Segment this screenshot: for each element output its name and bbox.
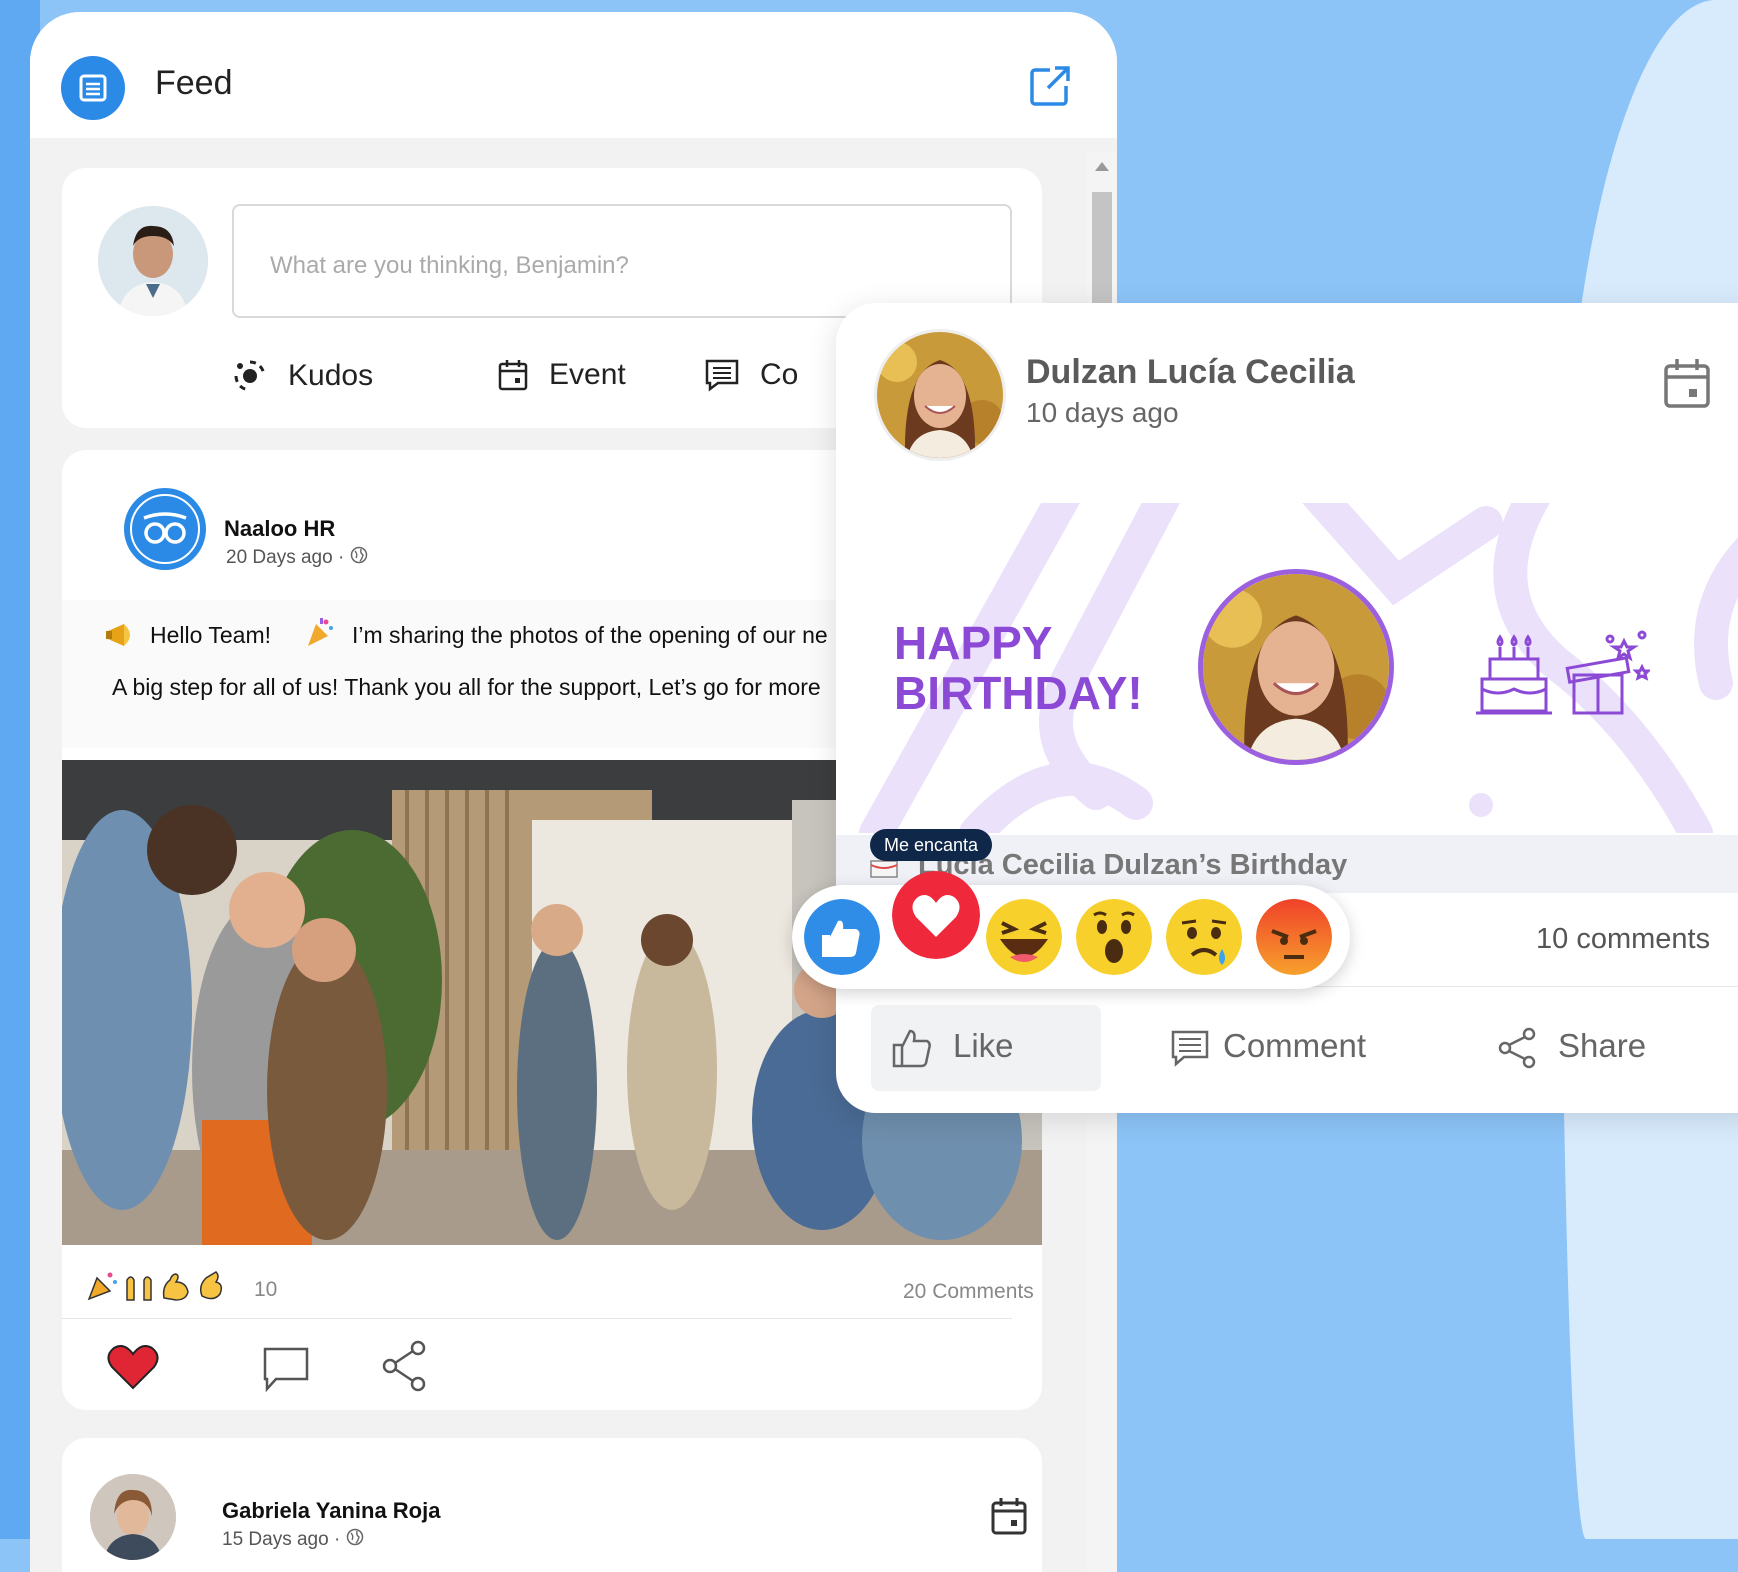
feed-post-2: Gabriela Yanina Roja 15 Days ago · <box>62 1438 1042 1572</box>
post-author[interactable]: Naaloo HR <box>224 516 335 542</box>
party-popper-icon <box>87 1272 117 1301</box>
comment-icon <box>1171 1030 1209 1067</box>
share-label: Share <box>1558 1027 1647 1064</box>
megaphone-icon <box>104 620 140 656</box>
page-title: Feed <box>155 64 233 102</box>
comment-label: Co <box>760 358 799 391</box>
feed-icon <box>61 56 125 120</box>
post2-time-text: 15 Days ago · <box>222 1529 341 1551</box>
globe-icon <box>350 546 368 570</box>
comment-icon <box>705 359 739 392</box>
post-time: 20 Days ago · <box>226 546 368 570</box>
feed-header: Feed <box>30 12 1117 138</box>
birthday-card: Dulzan Lucía Cecilia 10 days ago HAPPY B… <box>836 303 1738 1113</box>
composer-input[interactable]: What are you thinking, Benjamin? <box>232 204 1012 318</box>
kudos-action[interactable]: Kudos <box>232 358 373 394</box>
post-line-2: A big step for all of us! Thank you all … <box>112 674 821 700</box>
comment-button[interactable]: Comment <box>1171 1005 1411 1091</box>
event-action[interactable]: Event <box>497 358 626 392</box>
haha-reaction-icon[interactable] <box>986 899 1062 975</box>
calendar-icon[interactable] <box>1663 357 1711 409</box>
share-icon <box>1498 1027 1536 1069</box>
globe-icon <box>346 1528 364 1552</box>
reaction-picker <box>792 871 1350 989</box>
user-avatar <box>98 206 208 316</box>
event-label: Event <box>549 358 626 391</box>
reaction-count: 10 <box>254 1278 278 1301</box>
open-external-icon[interactable] <box>1028 64 1072 108</box>
post-line-1b: I’m sharing the photos of the opening of… <box>352 622 828 648</box>
birthday-comments-count[interactable]: 10 comments <box>1536 923 1710 956</box>
divider <box>62 1318 1012 1319</box>
kudos-label: Kudos <box>288 359 374 392</box>
birthday-photo <box>1198 569 1394 765</box>
flexed-biceps-icon <box>162 1273 189 1301</box>
raising-hands-icon <box>126 1276 152 1301</box>
scroll-up-arrow[interactable] <box>1095 162 1109 171</box>
calendar-icon <box>498 360 528 391</box>
gift-icon <box>1565 630 1650 715</box>
birthday-user-name[interactable]: Dulzan Lucía Cecilia <box>1026 353 1355 392</box>
post-line-1a: Hello Team! <box>150 622 272 648</box>
sad-reaction-icon[interactable] <box>1166 899 1242 975</box>
naaloo-logo <box>124 488 206 570</box>
wow-reaction-icon[interactable] <box>1076 899 1152 975</box>
birthday-post-time: 10 days ago <box>1026 397 1179 428</box>
like-reaction-icon[interactable] <box>804 899 880 975</box>
like-button[interactable]: Like <box>871 1005 1101 1091</box>
comments-count[interactable]: 20 Comments <box>903 1280 1034 1304</box>
share-icon[interactable] <box>382 1340 428 1392</box>
post-time-text: 20 Days ago · <box>226 547 345 569</box>
kudos-icon <box>234 360 266 392</box>
angry-reaction-icon[interactable] <box>1256 899 1332 975</box>
post2-author[interactable]: Gabriela Yanina Roja <box>222 1498 440 1524</box>
like-label: Like <box>953 1027 1014 1064</box>
reaction-tooltip: Me encanta <box>870 829 993 861</box>
party-popper-icon <box>304 616 336 654</box>
post2-time: 15 Days ago · <box>222 1528 364 1552</box>
comment-action[interactable]: Co <box>704 358 798 392</box>
banner-line-1: HAPPY <box>894 617 1053 669</box>
birthday-cake-icon <box>1476 634 1552 715</box>
comment-label: Comment <box>1223 1027 1367 1064</box>
birthday-user-avatar[interactable] <box>874 329 1006 461</box>
heart-icon[interactable] <box>106 1342 160 1392</box>
banner-line-2: BIRTHDAY! <box>894 667 1143 719</box>
birthday-banner: HAPPY BIRTHDAY! <box>836 503 1738 833</box>
thumbs-up-icon <box>892 1029 931 1068</box>
reaction-emojis[interactable] <box>86 1268 228 1302</box>
share-button[interactable]: Share <box>1498 1005 1698 1091</box>
comment-bubble-icon[interactable] <box>262 1346 310 1394</box>
love-reaction-icon[interactable] <box>892 871 980 959</box>
clapping-hands-icon <box>199 1271 223 1300</box>
happy-birthday-text: HAPPY BIRTHDAY! <box>894 618 1143 718</box>
calendar-icon[interactable] <box>990 1496 1028 1536</box>
gabriela-avatar <box>90 1474 176 1560</box>
